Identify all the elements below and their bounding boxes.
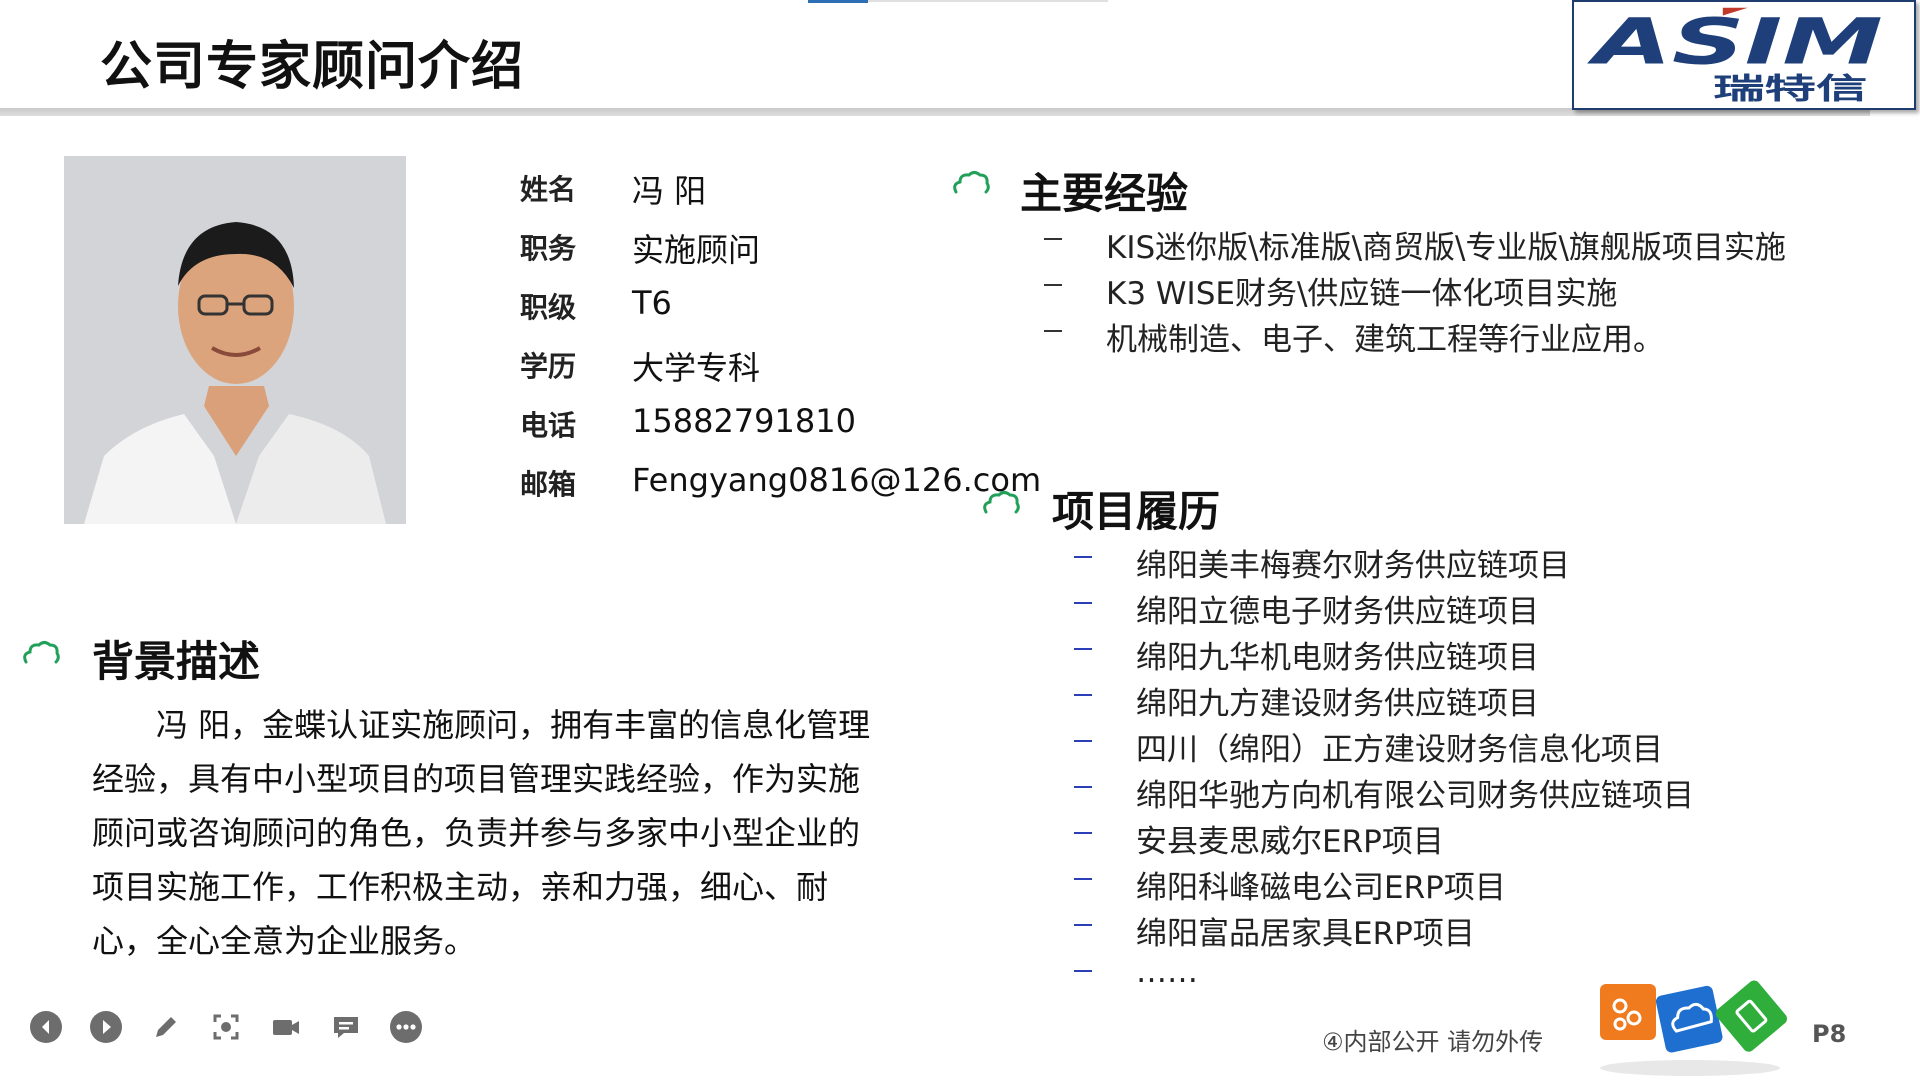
list-item-text: 绵阳九华机电财务供应链项目	[1136, 640, 1539, 676]
dash-bullet	[1044, 284, 1062, 286]
zoom-button[interactable]	[210, 1011, 242, 1043]
experience-heading: 主要经验	[1020, 169, 1189, 218]
profile-value: T6	[632, 284, 672, 322]
dash-bullet	[1074, 740, 1092, 742]
cloud-icon	[953, 171, 990, 194]
profile-label: 电话	[520, 409, 577, 442]
projects-heading: 项目履历	[1052, 487, 1221, 536]
more-icon	[396, 1024, 416, 1030]
dash-bullet	[1074, 924, 1092, 926]
dash-bullet	[1074, 878, 1092, 880]
list-item-text: 绵阳九方建设财务供应链项目	[1136, 686, 1539, 722]
svg-text:ASIM: ASIM	[1586, 5, 1883, 79]
list-item-text: 机械制造、电子、建筑工程等行业应用。	[1106, 322, 1664, 358]
list-item-text: 绵阳科峰磁电公司ERP项目	[1136, 870, 1506, 906]
chevron-left-icon	[42, 1020, 49, 1034]
list-item-text: 绵阳华驰方向机有限公司财务供应链项目	[1136, 778, 1694, 814]
background-description: 冯 阳，金蝶认证实施顾问，拥有丰富的信息化管理经验，具有中小型项目的项目管理实践…	[92, 706, 871, 960]
dash-bullet	[1044, 330, 1062, 332]
list-item-text: 绵阳富品居家具ERP项目	[1136, 916, 1475, 952]
footer-note: ④内部公开 请勿外传	[1322, 1028, 1544, 1056]
subtitle-button[interactable]	[330, 1011, 362, 1043]
profile-value: 15882791810	[632, 402, 856, 440]
dash-bullet	[1074, 832, 1092, 834]
profile-label: 职务	[520, 232, 577, 265]
dash-bullet	[1074, 602, 1092, 604]
list-item-text: KIS迷你版\标准版\商贸版\专业版\旗舰版项目实施	[1106, 230, 1786, 266]
page-number: P8	[1812, 1020, 1847, 1048]
dash-bullet	[1074, 648, 1092, 650]
video-camera-icon	[273, 1020, 299, 1035]
presentation-toolbar	[30, 1011, 422, 1043]
cloud-icon	[983, 491, 1020, 514]
list-item-text: 绵阳美丰梅赛尔财务供应链项目	[1136, 548, 1570, 584]
person-portrait-icon	[64, 156, 406, 524]
app-cubes-icon	[1600, 980, 1787, 1076]
page-title: 公司专家顾问介绍	[100, 37, 525, 97]
top-tab-indicator	[808, 0, 868, 3]
profile-value: 实施顾问	[632, 231, 761, 269]
top-tab-track	[868, 0, 1108, 2]
list-item-text: ……	[1136, 954, 1198, 990]
asim-logo-icon: ASIM 瑞特信	[1586, 5, 1883, 106]
list-item-text: 四川（绵阳）正方建设财务信息化项目	[1136, 732, 1663, 768]
more-button[interactable]	[390, 1011, 422, 1043]
list-item-text: 安县麦思威尔ERP项目	[1136, 824, 1444, 860]
svg-text:瑞特信: 瑞特信	[1713, 71, 1867, 105]
cloud-icon	[23, 641, 60, 664]
consultant-photo	[64, 156, 406, 524]
dash-bullet	[1044, 238, 1062, 240]
focus-icon	[213, 1014, 239, 1040]
company-logo: ASIM 瑞特信	[1572, 0, 1916, 110]
profile-label: 学历	[520, 350, 577, 383]
caption-icon	[334, 1017, 358, 1038]
play-icon	[103, 1020, 111, 1034]
dash-bullet	[1074, 556, 1092, 558]
list-item-text: K3 WISE财务\供应链一体化项目实施	[1106, 276, 1618, 312]
dash-bullet	[1074, 786, 1092, 788]
camera-button[interactable]	[270, 1011, 302, 1043]
list-item-text: 绵阳立德电子财务供应链项目	[1136, 594, 1539, 630]
profile-label: 职级	[520, 291, 577, 324]
previous-slide-button[interactable]	[30, 1011, 62, 1043]
pen-icon	[156, 1017, 176, 1037]
background-heading: 背景描述	[92, 637, 261, 686]
profile-value: 大学专科	[632, 349, 761, 387]
profile-value: Fengyang0816@126.com	[632, 461, 1042, 499]
next-slide-button[interactable]	[90, 1011, 122, 1043]
profile-value: 冯 阳	[632, 172, 707, 210]
profile-label: 邮箱	[520, 468, 577, 501]
pen-button[interactable]	[150, 1011, 182, 1043]
dash-bullet	[1074, 694, 1092, 696]
profile-label: 姓名	[520, 173, 577, 206]
dash-bullet	[1074, 970, 1092, 972]
